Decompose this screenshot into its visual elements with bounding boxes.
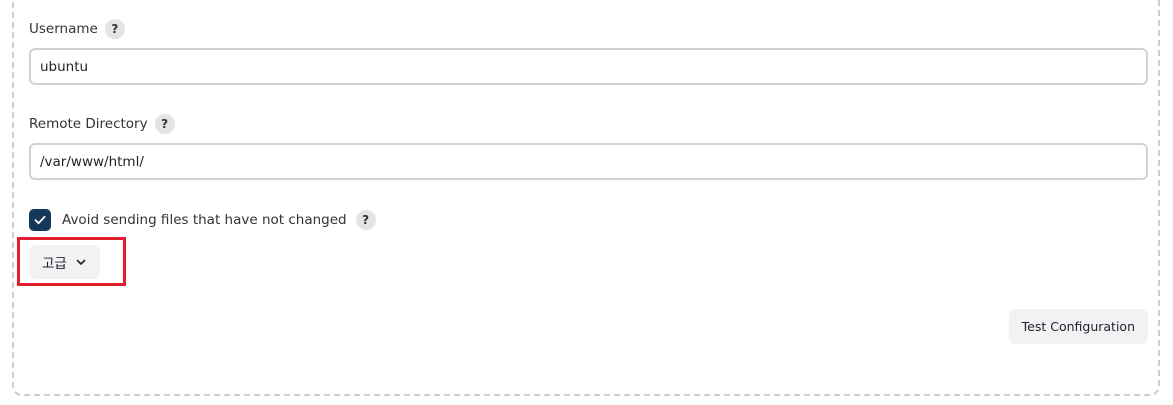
username-input[interactable] [29, 48, 1148, 85]
remote-directory-input[interactable] [29, 143, 1148, 180]
remote-directory-label-row: Remote Directory ? [29, 112, 175, 136]
avoid-sending-help-icon[interactable]: ? [355, 210, 376, 230]
username-label: Username [29, 21, 98, 37]
username-label-row: Username ? [29, 17, 125, 41]
avoid-sending-label: Avoid sending files that have not change… [62, 212, 347, 228]
checkmark-icon [34, 215, 46, 225]
avoid-sending-row: Avoid sending files that have not change… [29, 208, 376, 232]
remote-directory-help-icon[interactable]: ? [154, 114, 175, 134]
remote-directory-label: Remote Directory [29, 116, 148, 132]
highlight-box [17, 237, 126, 286]
avoid-sending-checkbox[interactable] [29, 209, 51, 231]
username-help-icon[interactable]: ? [104, 19, 125, 39]
test-configuration-button[interactable]: Test Configuration [1008, 309, 1148, 344]
